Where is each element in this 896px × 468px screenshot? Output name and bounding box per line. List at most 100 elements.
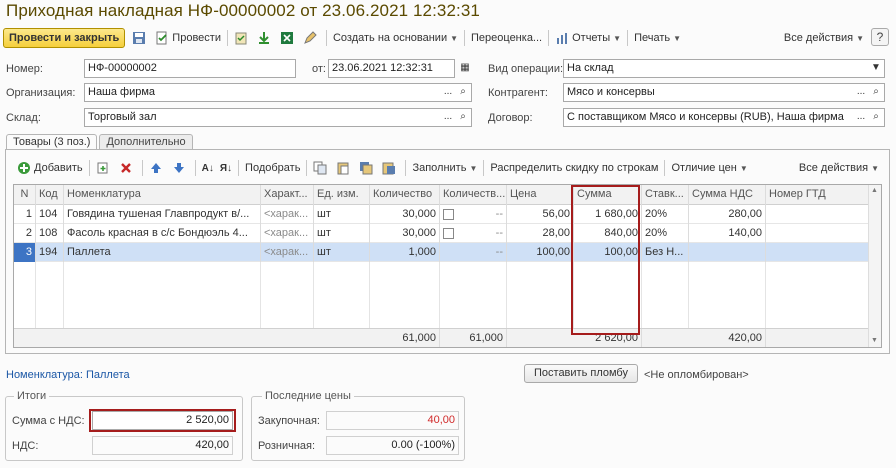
reports-menu[interactable]: Отчеты ▼: [552, 28, 624, 48]
col-price[interactable]: Цена: [507, 185, 574, 205]
chevron-down-icon: ▼: [450, 33, 459, 43]
scroll-down-icon: ▼: [871, 337, 878, 344]
operation-select[interactable]: На склад: [563, 59, 885, 78]
excel-icon[interactable]: [277, 28, 300, 48]
clipboard-icon[interactable]: [231, 28, 254, 48]
tab-goods[interactable]: Товары (3 поз.): [6, 134, 98, 150]
sum-column-highlight: [571, 185, 640, 335]
post-button[interactable]: Провести: [152, 28, 224, 48]
col-nomenclature[interactable]: Номенклатура: [64, 185, 261, 205]
search-icon[interactable]: ⌕: [455, 109, 471, 126]
plus-icon: [17, 161, 31, 175]
contractor-field[interactable]: Мясо и консервы: [563, 83, 885, 102]
calendar-icon[interactable]: ▦: [457, 60, 473, 77]
delete-icon[interactable]: [116, 158, 139, 178]
col-vat-sum[interactable]: Сумма НДС: [689, 185, 766, 205]
checkbox[interactable]: [443, 227, 454, 239]
nomenclature-info: Номенклатура: Паллета: [6, 369, 130, 381]
table-row[interactable]: 2 108 Фасоль красная в с/с Бондюэль 4...…: [14, 224, 881, 243]
download-icon[interactable]: [254, 28, 277, 48]
fill-menu[interactable]: Заполнить ▼: [409, 158, 480, 178]
search-icon[interactable]: ⌕: [868, 84, 884, 101]
more-icon[interactable]: ...: [853, 84, 869, 101]
goods-panel: Добавить A↓ Я↓ Подобрать Заполнить ▼ Расп…: [5, 149, 890, 354]
table-row[interactable]: 1 104 Говядина тушеная Главпродукт в/...…: [14, 205, 881, 224]
paste-rows-icon[interactable]: [379, 158, 402, 178]
col-unit[interactable]: Ед. изм.: [314, 185, 370, 205]
pick-button[interactable]: Подобрать: [242, 158, 303, 178]
table-header: N Код Номенклатура Характ... Ед. изм. Ко…: [14, 185, 881, 205]
purchase-label: Закупочная:: [258, 415, 320, 427]
purchase-price-field: 40,00: [326, 411, 459, 430]
checkbox[interactable]: [443, 208, 454, 220]
distribute-discount-button[interactable]: Распределить скидку по строкам: [487, 158, 661, 178]
col-quantity2[interactable]: Количеств...: [440, 185, 507, 205]
copy-rows-icon[interactable]: [356, 158, 379, 178]
table-scrollbar[interactable]: ▲ ▼: [868, 185, 881, 347]
number-label: Номер:: [6, 63, 43, 75]
chevron-down-icon[interactable]: ▼: [868, 60, 884, 77]
more-icon[interactable]: ...: [853, 109, 869, 126]
seal-status: <Не опломбирован>: [644, 369, 749, 381]
copy-row-icon[interactable]: [93, 158, 116, 178]
save-icon[interactable]: [129, 28, 152, 48]
sort-desc-icon[interactable]: Я↓: [217, 158, 235, 178]
org-label: Организация:: [6, 87, 76, 99]
tab-additional[interactable]: Дополнительно: [99, 134, 193, 150]
number-field[interactable]: НФ-00000002: [84, 59, 296, 78]
last-prices-title: Последние цены: [262, 390, 354, 402]
warehouse-label: Склад:: [6, 112, 41, 124]
search-icon[interactable]: ⌕: [455, 84, 471, 101]
goods-table: N Код Номенклатура Характ... Ед. изм. Ко…: [13, 184, 882, 348]
all-actions-menu[interactable]: Все действия ▼: [781, 28, 867, 48]
col-n[interactable]: N: [14, 185, 36, 205]
edit-icon[interactable]: [300, 28, 323, 48]
sort-asc-icon[interactable]: A↓: [199, 158, 217, 178]
tab-bar: Товары (3 поз.) Дополнительно: [6, 134, 195, 150]
chart-icon: [555, 31, 569, 45]
date-field[interactable]: 23.06.2021 12:32:31: [328, 59, 455, 78]
more-icon[interactable]: ...: [440, 84, 456, 101]
col-vat-rate[interactable]: Ставк...: [642, 185, 689, 205]
sum-vat-highlight: [89, 409, 236, 432]
move-down-icon[interactable]: [169, 158, 192, 178]
retail-price-field: 0.00 (-100%): [326, 436, 459, 455]
org-field[interactable]: Наша фирма: [84, 83, 472, 102]
add-button[interactable]: Добавить: [14, 158, 86, 178]
scroll-up-icon: ▲: [871, 187, 878, 194]
col-characteristic[interactable]: Характ...: [261, 185, 314, 205]
help-button[interactable]: ?: [871, 28, 889, 46]
warehouse-field[interactable]: Торговый зал: [84, 108, 472, 127]
retail-label: Розничная:: [258, 440, 316, 452]
post-icon: [155, 31, 169, 45]
set-seal-button[interactable]: Поставить пломбу: [524, 364, 638, 383]
col-quantity[interactable]: Количество: [370, 185, 440, 205]
copy-icon[interactable]: [310, 158, 333, 178]
empty-area: [14, 262, 869, 328]
col-code[interactable]: Код: [36, 185, 64, 205]
vat-label: НДС:: [12, 440, 39, 452]
col-gtd[interactable]: Номер ГТД: [766, 185, 866, 205]
print-menu[interactable]: Печать ▼: [631, 28, 684, 48]
sum-vat-label: Сумма с НДС:: [12, 415, 85, 427]
more-icon[interactable]: ...: [440, 109, 456, 126]
page-title: Приходная накладная НФ-00000002 от 23.06…: [6, 1, 480, 20]
table-totals-row: 61,000 61,000 2 620,00 420,00: [14, 328, 881, 347]
contract-field[interactable]: С поставщиком Мясо и консервы (RUB), Наш…: [563, 108, 885, 127]
paste-icon[interactable]: [333, 158, 356, 178]
search-icon[interactable]: ⌕: [868, 109, 884, 126]
table-all-actions-menu[interactable]: Все действия ▼: [796, 158, 882, 178]
create-based-menu[interactable]: Создать на основании ▼: [330, 28, 461, 48]
main-toolbar: Провести и закрыть Провести Создать на о…: [3, 27, 893, 49]
contractor-label: Контрагент:: [488, 87, 548, 99]
table-toolbar: Добавить A↓ Я↓ Подобрать Заполнить ▼ Расп…: [14, 158, 882, 178]
price-diff-menu[interactable]: Отличие цен ▼: [668, 158, 750, 178]
move-up-icon[interactable]: [146, 158, 169, 178]
post-and-close-button[interactable]: Провести и закрыть: [3, 28, 126, 48]
reprice-button[interactable]: Переоценка...: [468, 28, 545, 48]
table-row-selected[interactable]: 3 194 Паллета <харак... шт 1,000 -- 100,…: [14, 243, 881, 262]
total-quantity2: 61,000: [440, 329, 507, 347]
total-quantity: 61,000: [370, 329, 440, 347]
totals-group-title: Итоги: [14, 390, 50, 402]
total-vat: 420,00: [689, 329, 766, 347]
